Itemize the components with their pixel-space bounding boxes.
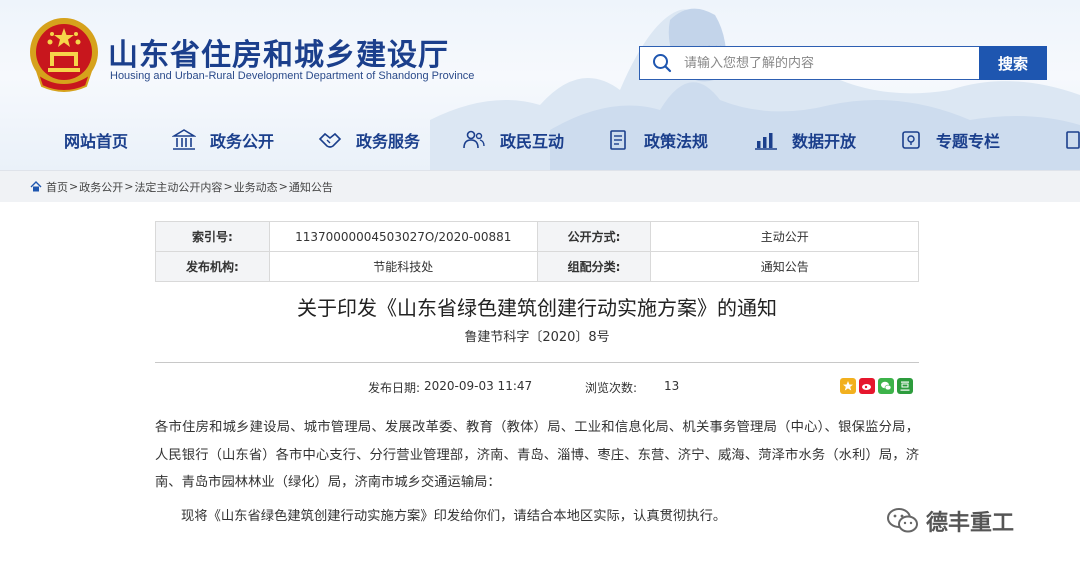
category-label: 组配分类: <box>536 251 652 282</box>
table-row: 发布机构: 节能科技处 组配分类: 通知公告 <box>155 251 919 282</box>
article-paragraph: 现将《山东省绿色建筑创建行动实施方案》印发给你们，请结合本地区实际，认真贯彻执行… <box>181 509 727 524</box>
document-number: 鲁建节科字〔2020〕8号 <box>464 330 610 345</box>
nav-item-label: 政策法规 <box>644 132 709 151</box>
site-title: 山东省住房和城乡建设厅 <box>108 38 449 73</box>
nav-item-label: 网站首页 <box>64 132 129 151</box>
breadcrumb-separator: > <box>278 180 288 193</box>
divider <box>155 362 919 363</box>
nav-item-government-services[interactable]: 政务服务 <box>318 120 420 160</box>
qzone-share-icon[interactable] <box>840 378 856 394</box>
site-subtitle: Housing and Urban-Rural Development Depa… <box>110 70 475 82</box>
search-input[interactable] <box>684 55 964 71</box>
nav-item-open-data[interactable]: 数据开放 <box>754 120 856 160</box>
search-button[interactable]: 搜索 <box>979 46 1047 80</box>
wechat-watermark-icon <box>886 507 920 535</box>
public-mode-value: 主动公开 <box>650 221 919 252</box>
breadcrumb-item-home[interactable]: 首页 <box>46 179 68 195</box>
share-bar <box>840 378 913 394</box>
nav-item-home[interactable]: 网站首页 <box>64 120 128 160</box>
publish-date: 2020-09-03 11:47 <box>424 379 533 393</box>
breadcrumb-separator: > <box>69 180 79 193</box>
category-value: 通知公告 <box>650 251 919 282</box>
nav-item-government-affairs[interactable]: 政务公开 <box>172 120 274 160</box>
breadcrumb-item-statutory-disclosure[interactable]: 法定主动公开内容 <box>134 179 222 195</box>
nav-item-policy-regulations[interactable]: 政策法规 <box>608 120 708 160</box>
wechat-share-icon[interactable] <box>878 378 894 394</box>
table-row: 索引号: 11370000004503027O/2020-00881 公开方式:… <box>155 221 919 252</box>
weibo-share-icon[interactable] <box>859 378 875 394</box>
douban-share-icon[interactable] <box>897 378 913 394</box>
breadcrumb-item-business-news[interactable]: 业务动态 <box>234 179 278 195</box>
nav-item-label: 政务公开 <box>210 132 275 151</box>
handshake-icon <box>318 129 342 151</box>
views-label: 浏览次数: <box>585 381 638 395</box>
nav-item-label: 专题专栏 <box>936 132 1001 151</box>
breadcrumb-separator: > <box>124 180 134 193</box>
watermark: 德丰重工 <box>886 505 1014 537</box>
document-meta-table: 索引号: 11370000004503027O/2020-00881 公开方式:… <box>155 221 919 282</box>
nav-item-label: 数据开放 <box>792 132 857 151</box>
breadcrumb: 首页 > 政务公开 > 法定主动公开内容 > 业务动态 > 通知公告 <box>0 170 1080 202</box>
index-label: 索引号: <box>155 221 270 252</box>
main-nav: 网站首页 政务公开 政务服务 政民互动 政策法规 数据开放 专题专栏 <box>0 120 1080 160</box>
home-icon <box>30 181 42 192</box>
breadcrumb-separator: > <box>223 180 233 193</box>
site-header: 五岳独尊 山东省住房和城乡建设厅 Housing and Urban-Rural… <box>0 0 1080 170</box>
search-icon <box>640 46 684 80</box>
views-count: 13 <box>664 379 680 393</box>
national-emblem-icon <box>30 18 98 92</box>
article-title: 关于印发《山东省绿色建筑创建行动实施方案》的通知 <box>297 296 777 320</box>
publisher-label: 发布机构: <box>155 251 270 282</box>
breadcrumb-item-government-affairs[interactable]: 政务公开 <box>79 179 123 195</box>
publisher-value: 节能科技处 <box>268 251 538 282</box>
document-icon <box>608 129 630 151</box>
publish-date-label: 发布日期: <box>368 381 421 395</box>
nav-item-public-interaction[interactable]: 政民互动 <box>462 120 564 160</box>
article-recipients: 各市住房和城乡建设局、城市管理局、发展改革委、教育（教体）局、工业和信息化局、机… <box>155 420 919 490</box>
nav-item-label: 政民互动 <box>500 132 565 151</box>
chart-icon <box>754 129 778 151</box>
search-box <box>639 46 979 80</box>
public-mode-label: 公开方式: <box>536 221 652 252</box>
index-value: 11370000004503027O/2020-00881 <box>268 221 538 252</box>
nav-overflow-icon[interactable] <box>1066 120 1080 160</box>
nav-item-label: 政务服务 <box>356 132 421 151</box>
column-icon <box>900 129 922 151</box>
watermark-text: 德丰重工 <box>926 511 1015 536</box>
nav-item-special-topics[interactable]: 专题专栏 <box>900 120 1000 160</box>
institution-icon <box>172 129 196 151</box>
people-icon <box>462 129 486 151</box>
breadcrumb-item-notices[interactable]: 通知公告 <box>289 179 333 195</box>
